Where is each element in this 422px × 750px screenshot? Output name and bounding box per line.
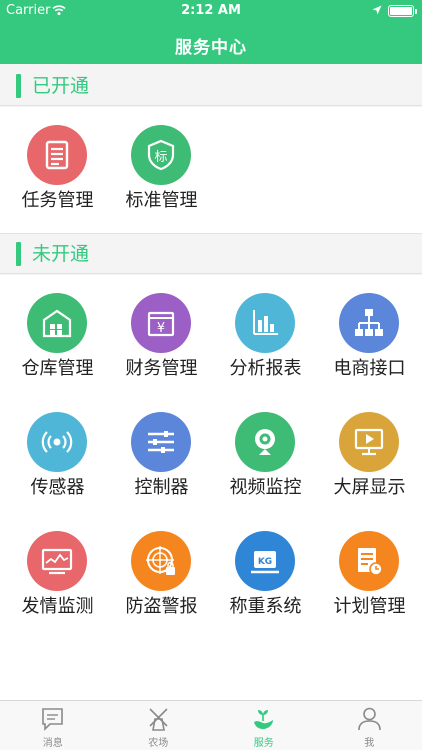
service-tile-finance[interactable]: ¥ 财务管理 bbox=[109, 293, 214, 403]
tab-farm[interactable]: 农场 bbox=[106, 701, 212, 750]
section-header-disabled: 未开通 bbox=[0, 234, 422, 274]
radar-lock-icon bbox=[131, 531, 191, 591]
service-tile-estrus-monitoring[interactable]: 发情监测 bbox=[5, 531, 110, 641]
monitor-chart-icon bbox=[27, 531, 87, 591]
section-body-enabled: 任务管理 标 标准管理 bbox=[0, 107, 422, 234]
tab-service[interactable]: 服务 bbox=[211, 701, 317, 750]
service-tile-ecommerce-api[interactable]: 电商接口 bbox=[317, 293, 422, 403]
tile-label: 分析报表 bbox=[229, 358, 302, 379]
screen-play-icon bbox=[339, 412, 399, 472]
bottom-tab-bar: 消息 农场 服务 我 bbox=[0, 700, 422, 750]
tile-label: 计划管理 bbox=[333, 596, 406, 617]
tab-label: 我 bbox=[364, 738, 375, 749]
webcam-icon bbox=[235, 412, 295, 472]
tile-label: 视频监控 bbox=[229, 477, 302, 498]
network-tree-icon bbox=[339, 293, 399, 353]
svg-text:KG: KG bbox=[258, 557, 272, 567]
tile-label: 标准管理 bbox=[125, 190, 198, 211]
tab-messages[interactable]: 消息 bbox=[0, 701, 106, 750]
page-title: 服务中心 bbox=[175, 38, 247, 58]
service-tile-big-screen[interactable]: 大屏显示 bbox=[317, 412, 422, 522]
service-tile-weighing-system[interactable]: KG 称重系统 bbox=[213, 531, 318, 641]
tab-me[interactable]: 我 bbox=[317, 701, 422, 750]
standard-shield-icon: 标 bbox=[131, 125, 191, 185]
battery-icon bbox=[388, 5, 417, 17]
tile-label: 发情监测 bbox=[21, 596, 94, 617]
location-arrow-icon bbox=[372, 5, 382, 15]
tab-label: 消息 bbox=[42, 738, 63, 749]
tab-label: 农场 bbox=[148, 738, 169, 749]
navigation-header: Carrier 2:12 AM 服务中心 bbox=[0, 0, 422, 64]
service-tile-analysis-report[interactable]: 分析报表 bbox=[213, 293, 318, 403]
tile-label: 防盗警报 bbox=[125, 596, 198, 617]
service-tile-task-management[interactable]: 任务管理 bbox=[5, 125, 110, 235]
finance-yen-icon: ¥ bbox=[131, 293, 191, 353]
tab-label: 服务 bbox=[253, 738, 274, 749]
service-tile-video-surveillance[interactable]: 视频监控 bbox=[213, 412, 318, 522]
service-tile-sensor[interactable]: 传感器 bbox=[5, 412, 110, 522]
windmill-icon bbox=[148, 708, 168, 731]
svg-text:¥: ¥ bbox=[157, 321, 165, 336]
tile-label: 仓库管理 bbox=[21, 358, 94, 379]
tile-label: 任务管理 bbox=[21, 190, 94, 211]
sliders-icon bbox=[131, 412, 191, 472]
sensor-wave-icon bbox=[27, 412, 87, 472]
service-tile-standard-management[interactable]: 标 标准管理 bbox=[109, 125, 214, 235]
section-title: 未开通 bbox=[32, 243, 90, 265]
tile-label: 电商接口 bbox=[333, 358, 406, 379]
tile-label: 财务管理 bbox=[125, 358, 198, 379]
service-tile-warehouse[interactable]: 仓库管理 bbox=[5, 293, 110, 403]
section-accent-bar bbox=[16, 74, 21, 98]
tile-label: 大屏显示 bbox=[333, 477, 406, 498]
svg-text:标: 标 bbox=[154, 150, 167, 165]
service-tile-plan-management[interactable]: 计划管理 bbox=[317, 531, 422, 641]
tile-label: 控制器 bbox=[134, 477, 189, 498]
section-body-disabled: 仓库管理 ¥ 财务管理 分析报表 电商接口 传感器 控制器 视频监控 大屏显示 … bbox=[0, 275, 422, 700]
warehouse-icon bbox=[27, 293, 87, 353]
service-tile-controller[interactable]: 控制器 bbox=[109, 412, 214, 522]
message-icon bbox=[42, 708, 63, 731]
tile-label: 称重系统 bbox=[229, 596, 302, 617]
service-leaf-icon bbox=[254, 710, 273, 729]
scale-kg-icon: KG bbox=[235, 531, 295, 591]
task-list-icon bbox=[27, 125, 87, 185]
section-accent-bar bbox=[16, 242, 21, 266]
tile-label: 传感器 bbox=[30, 477, 85, 498]
section-title: 已开通 bbox=[32, 75, 90, 97]
status-time: 2:12 AM bbox=[181, 3, 241, 18]
status-bar: Carrier 2:12 AM bbox=[0, 0, 422, 22]
service-tile-anti-theft-alarm[interactable]: 防盗警报 bbox=[109, 531, 214, 641]
section-header-enabled: 已开通 bbox=[0, 66, 422, 106]
bar-chart-icon bbox=[235, 293, 295, 353]
plan-doc-icon bbox=[339, 531, 399, 591]
profile-icon bbox=[357, 707, 381, 731]
